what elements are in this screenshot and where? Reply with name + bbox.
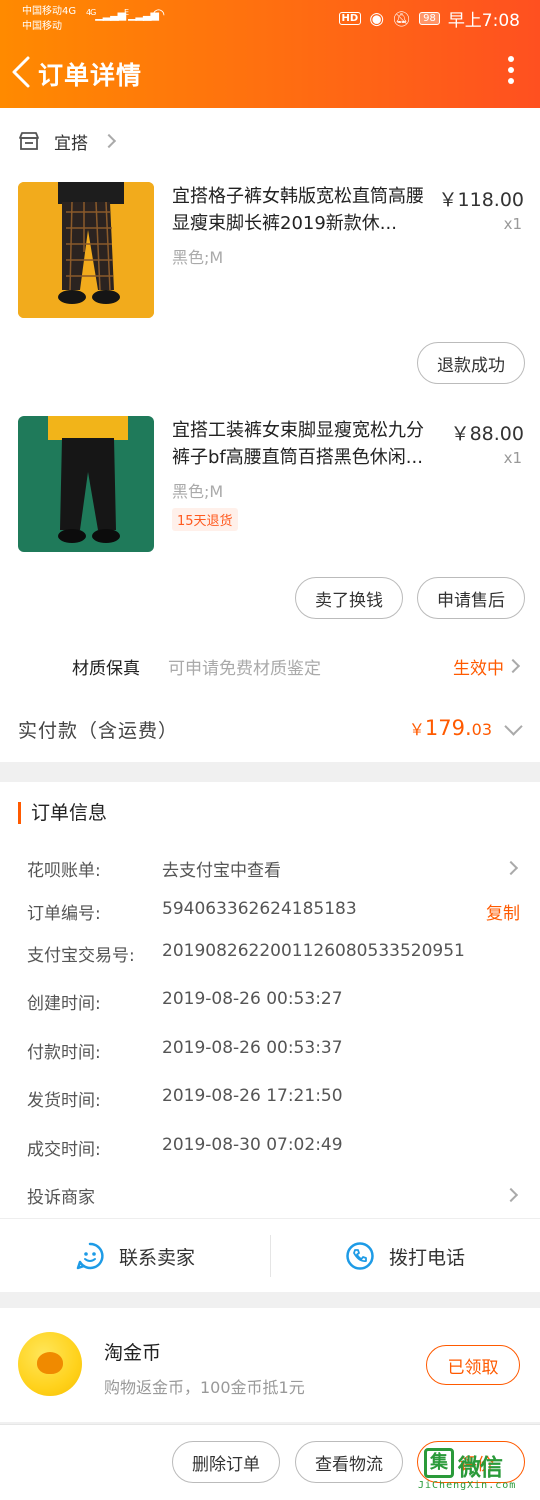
coin-claimed-button[interactable]: 已领取 [426, 1345, 520, 1385]
page-title: 订单详情 [38, 61, 143, 90]
chevron-down-icon[interactable] [504, 717, 523, 736]
chevron-right-icon [101, 133, 117, 149]
resell-button[interactable]: 卖了换钱 [295, 577, 403, 619]
info-label: 发货时间: [27, 1091, 101, 1111]
payment-label: 实付款（含运费） [18, 720, 179, 742]
payment-row[interactable]: 实付款（含运费） ￥179.03 [0, 700, 540, 760]
watermark-cn: 微信 [458, 1455, 503, 1481]
product-title-2[interactable]: 宜搭工装裤女束脚显瘦宽松九分裤子bf高腰直筒百搭黑色休闲... [172, 417, 434, 471]
info-value: 2019-08-30 07:02:49 [162, 1135, 343, 1155]
info-label: 成交时间: [27, 1140, 101, 1160]
contact-bar: 联系卖家 拨打电话 [0, 1218, 540, 1292]
signal-icon-1: 4G▁▂▃▅ [86, 8, 126, 21]
mute-icon: 🔕︎ [392, 9, 412, 28]
complaint-label: 投诉商家 [27, 1188, 95, 1208]
order-info-title: 订单信息 [18, 802, 107, 824]
authenticity-title: 材质保真 [72, 659, 140, 679]
complaint-row[interactable]: 投诉商家 [0, 1177, 540, 1213]
info-value: 2019082622001126080533520951 [162, 941, 465, 961]
title-bar: 订单详情 [0, 40, 540, 104]
taojinbi-card: 淘金币 购物返金币，100金币抵1元 已领取 [0, 1308, 540, 1422]
product-sku-1: 黑色;M [172, 248, 224, 267]
info-label: 创建时间: [27, 994, 101, 1014]
chevron-right-icon [503, 860, 519, 876]
wifi-icon: ◠ [152, 5, 165, 23]
carrier-2: 中国移动 [22, 21, 62, 32]
huabei-bill-row[interactable]: 花呗账单: 去支付宝中查看 [0, 850, 540, 886]
info-label: 支付宝交易号: [27, 946, 135, 966]
chevron-right-icon [503, 1187, 519, 1203]
watermark-logo: 集 微信 JiChengXin.com [416, 1444, 534, 1498]
info-value: 2019-08-26 00:53:37 [162, 1038, 343, 1058]
product-qty-1: x1 [503, 215, 522, 233]
product-image-2[interactable] [18, 416, 154, 552]
order-number-row: 订单编号: 594063362624185183 复制 [0, 893, 540, 929]
store-icon [19, 132, 39, 150]
back-arrow-icon[interactable] [10, 54, 36, 90]
product-qty-2: x1 [503, 449, 522, 467]
created-time-row: 创建时间: 2019-08-26 00:53:27 [0, 983, 540, 1019]
alipay-trade-row: 支付宝交易号: 2019082622001126080533520951 [0, 935, 540, 971]
copy-button[interactable]: 复制 [486, 899, 520, 924]
product-title-1[interactable]: 宜搭格子裤女韩版宽松直筒高腰显瘦束脚长裤2019新款休... [172, 183, 434, 237]
status-bar: 中国移动4G 中国移动 4G▁▂▃▅ E▁▂▃▅ ◠ HD ◉ 🔕︎ 98 早上… [0, 0, 540, 36]
paid-time-row: 付款时间: 2019-08-26 00:53:37 [0, 1032, 540, 1068]
call-button[interactable]: 拨打电话 [270, 1219, 540, 1293]
battery-icon: 98 [419, 12, 440, 25]
info-label: 付款时间: [27, 1043, 101, 1063]
shop-link[interactable]: 宜搭 [18, 130, 117, 154]
call-label: 拨打电话 [388, 1246, 465, 1269]
phone-icon [346, 1242, 374, 1270]
delete-order-button[interactable]: 删除订单 [172, 1441, 280, 1483]
info-label: 订单编号: [27, 904, 101, 924]
shipped-time-row: 发货时间: 2019-08-26 17:21:50 [0, 1080, 540, 1116]
order-number: 594063362624185183 [162, 899, 357, 919]
info-value: 去支付宝中查看 [162, 861, 281, 881]
view-logistics-button[interactable]: 查看物流 [295, 1441, 403, 1483]
hd-icon: HD [338, 12, 362, 25]
carrier-info: 中国移动4G 中国移动 [22, 4, 76, 34]
chevron-right-icon [505, 658, 521, 674]
after-sales-button[interactable]: 申请售后 [417, 577, 525, 619]
shop-name: 宜搭 [54, 133, 88, 154]
clock: 早上7:08 [447, 11, 520, 31]
refund-status-button[interactable]: 退款成功 [417, 342, 525, 384]
info-label: 花呗账单: [27, 861, 101, 881]
product-price-1: ￥118.00 [438, 189, 524, 211]
watermark-icon: 集 [424, 1448, 454, 1478]
authenticity-row[interactable]: 材质保真 可申请免费材质鉴定 生效中 [0, 642, 540, 688]
info-value: 2019-08-26 00:53:27 [162, 989, 343, 1009]
eye-icon: ◉ [369, 8, 385, 29]
coin-desc: 购物返金币，100金币抵1元 [104, 1378, 305, 1397]
return-policy-badge: 15天退货 [172, 508, 238, 531]
chat-smile-icon [76, 1242, 104, 1270]
bottom-action-bar: 删除订单 查看物流 评价 集 微信 JiChengXin.com [0, 1424, 540, 1500]
authenticity-status: 生效中 [453, 659, 504, 679]
taojinbi-coin-icon [18, 1332, 82, 1396]
app-header: 中国移动4G 中国移动 4G▁▂▃▅ E▁▂▃▅ ◠ HD ◉ 🔕︎ 98 早上… [0, 0, 540, 108]
info-value: 2019-08-26 17:21:50 [162, 1086, 343, 1106]
coin-title: 淘金币 [104, 1342, 162, 1364]
more-menu-icon[interactable] [504, 56, 518, 88]
contact-seller-button[interactable]: 联系卖家 [0, 1219, 270, 1293]
carrier-1: 中国移动4G [22, 6, 77, 17]
completed-time-row: 成交时间: 2019-08-30 07:02:49 [0, 1129, 540, 1165]
contact-seller-label: 联系卖家 [118, 1246, 195, 1269]
authenticity-desc: 可申请免费材质鉴定 [168, 659, 321, 679]
product-sku-2: 黑色;M [172, 482, 224, 501]
product-image-1[interactable] [18, 182, 154, 318]
watermark-en: JiChengXin.com [418, 1480, 517, 1491]
payment-amount: ￥179.03 [408, 716, 492, 740]
product-price-2: ￥88.00 [450, 423, 524, 445]
